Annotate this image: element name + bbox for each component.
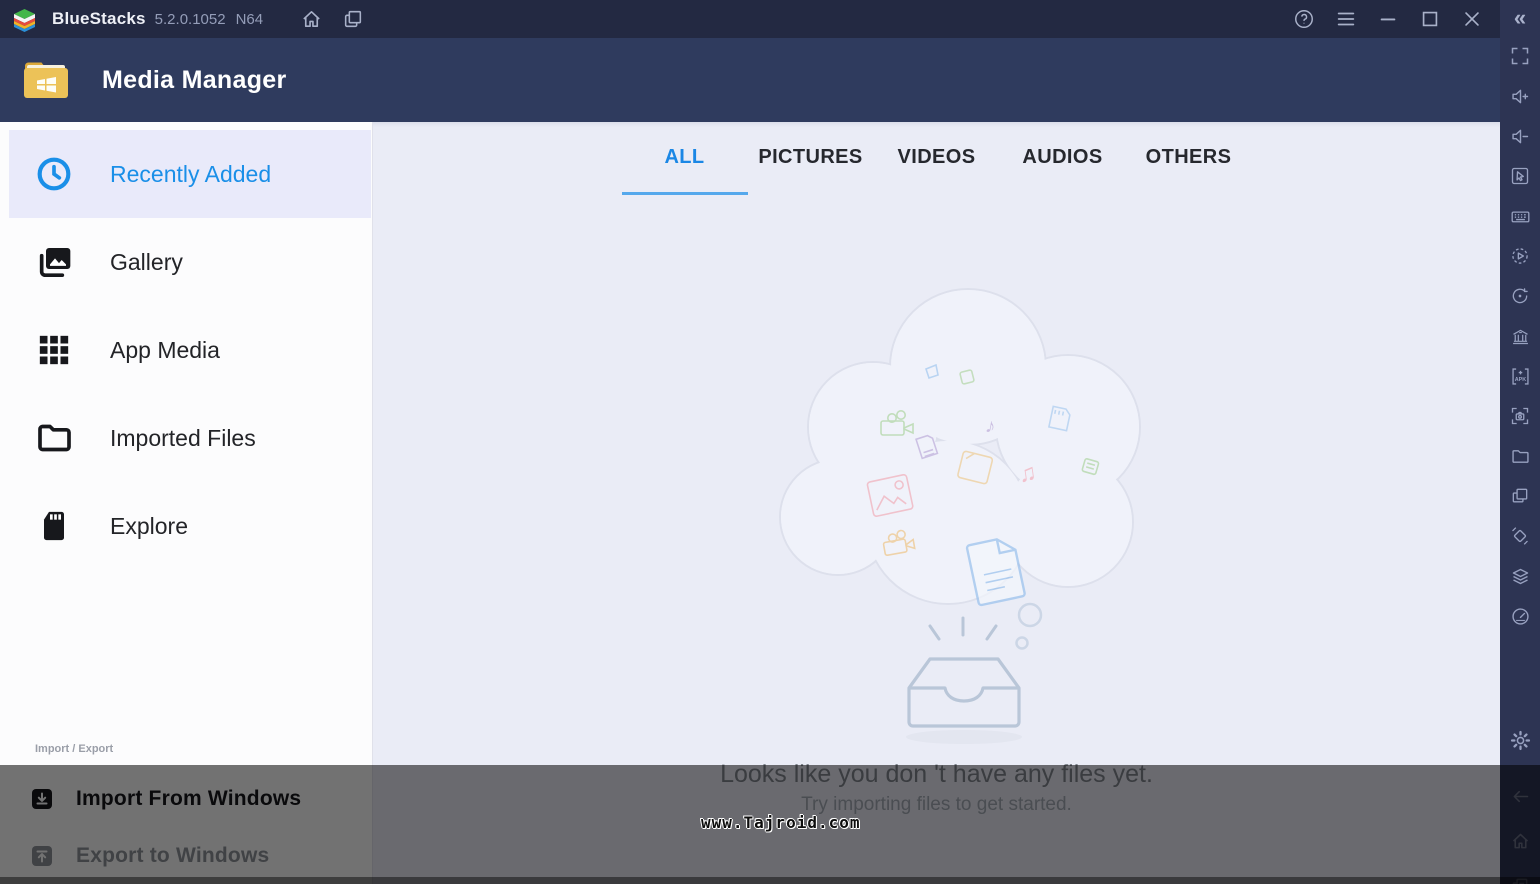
media-tabs: ALL PICTURES VIDEOS AUDIOS OTHERS — [373, 122, 1500, 196]
import-export-section-label: Import / Export — [35, 743, 113, 755]
empty-state-title: Looks like you don 't have any files yet… — [373, 760, 1500, 789]
sync-icon[interactable] — [1500, 276, 1540, 316]
clock-icon — [34, 154, 74, 194]
sidebar-item-label: Explore — [110, 513, 188, 540]
windows-folder-icon — [18, 56, 74, 104]
sd-card-icon — [34, 506, 74, 546]
empty-state-subtitle: Try importing files to get started. — [373, 794, 1500, 816]
sidebar-item-label: App Media — [110, 337, 220, 364]
tab-others[interactable]: OTHERS — [1126, 122, 1252, 196]
media-manager-header: Media Manager — [0, 38, 1500, 122]
multi-window-icon[interactable] — [341, 7, 365, 31]
keyboard-icon[interactable] — [1500, 196, 1540, 236]
sidebar-item-app-media[interactable]: App Media — [0, 306, 371, 394]
toolbar-rail: « APK — [1500, 0, 1540, 884]
sidebar-item-imported-files[interactable]: Imported Files — [0, 394, 371, 482]
nav-home-icon[interactable] — [1500, 821, 1540, 861]
sidebar-item-label: Recently Added — [110, 161, 271, 188]
export-to-windows-label: Export to Windows — [76, 844, 269, 868]
minimize-icon[interactable] — [1376, 7, 1400, 31]
app-version: 5.2.0.1052 — [155, 11, 226, 28]
rotate-icon[interactable] — [1500, 516, 1540, 556]
bluestacks-logo-icon — [11, 6, 38, 32]
svg-text:♫: ♫ — [1017, 459, 1039, 488]
media-content-area: ALL PICTURES VIDEOS AUDIOS OTHERS ♪ ♫ — [373, 122, 1500, 884]
volume-down-icon[interactable] — [1500, 116, 1540, 156]
home-icon[interactable] — [299, 7, 323, 31]
grid-icon — [34, 330, 74, 370]
performance-icon[interactable] — [1500, 596, 1540, 636]
tab-videos[interactable]: VIDEOS — [874, 122, 1000, 196]
sidebar-item-recently-added[interactable]: Recently Added — [9, 130, 371, 218]
maximize-icon[interactable] — [1418, 7, 1442, 31]
folder-icon — [34, 418, 74, 458]
svg-text:APK: APK — [1514, 376, 1526, 382]
game-controls-icon[interactable] — [1500, 156, 1540, 196]
nav-back-icon[interactable] — [1500, 776, 1540, 816]
export-up-icon — [30, 844, 54, 868]
title-bar: BlueStacks 5.2.0.1052 N64 — [0, 0, 1540, 38]
import-down-icon — [30, 787, 54, 811]
media-folder-icon[interactable] — [1500, 436, 1540, 476]
fullscreen-icon[interactable] — [1500, 36, 1540, 76]
help-icon[interactable] — [1292, 7, 1316, 31]
gallery-icon — [34, 242, 74, 282]
install-apk-icon[interactable]: APK — [1500, 356, 1540, 396]
settings-gear-icon[interactable] — [1500, 720, 1540, 760]
multi-instance-icon[interactable] — [1500, 476, 1540, 516]
import-from-windows-button[interactable]: Import From Windows — [0, 777, 372, 821]
import-from-windows-label: Import From Windows — [76, 787, 301, 811]
sidebar-item-label: Gallery — [110, 249, 183, 276]
macro-recorder-icon[interactable] — [1500, 236, 1540, 276]
volume-up-icon[interactable] — [1500, 76, 1540, 116]
close-icon[interactable] — [1460, 7, 1484, 31]
screenshot-icon[interactable] — [1500, 396, 1540, 436]
app-name: BlueStacks — [52, 9, 146, 29]
building-icon[interactable] — [1500, 316, 1540, 356]
watermark-text: www.Tajroid.com — [701, 813, 861, 832]
empty-state-illustration: ♪ ♫ — [768, 287, 1168, 767]
sidebar-item-gallery[interactable]: Gallery — [0, 218, 371, 306]
collapse-rail-icon[interactable]: « — [1500, 0, 1540, 36]
tab-pictures[interactable]: PICTURES — [748, 122, 874, 196]
nav-recents-icon[interactable] — [1500, 866, 1540, 884]
tab-audios[interactable]: AUDIOS — [1000, 122, 1126, 196]
export-to-windows-button[interactable]: Export to Windows — [0, 834, 372, 878]
page-title: Media Manager — [102, 66, 287, 95]
app-build: N64 — [236, 11, 264, 28]
sidebar: Recently Added Gallery App Media Importe… — [0, 122, 373, 884]
sidebar-item-explore[interactable]: Explore — [0, 482, 371, 570]
layers-icon[interactable] — [1500, 556, 1540, 596]
menu-icon[interactable] — [1334, 7, 1358, 31]
tab-all[interactable]: ALL — [622, 122, 748, 196]
sidebar-item-label: Imported Files — [110, 425, 256, 452]
